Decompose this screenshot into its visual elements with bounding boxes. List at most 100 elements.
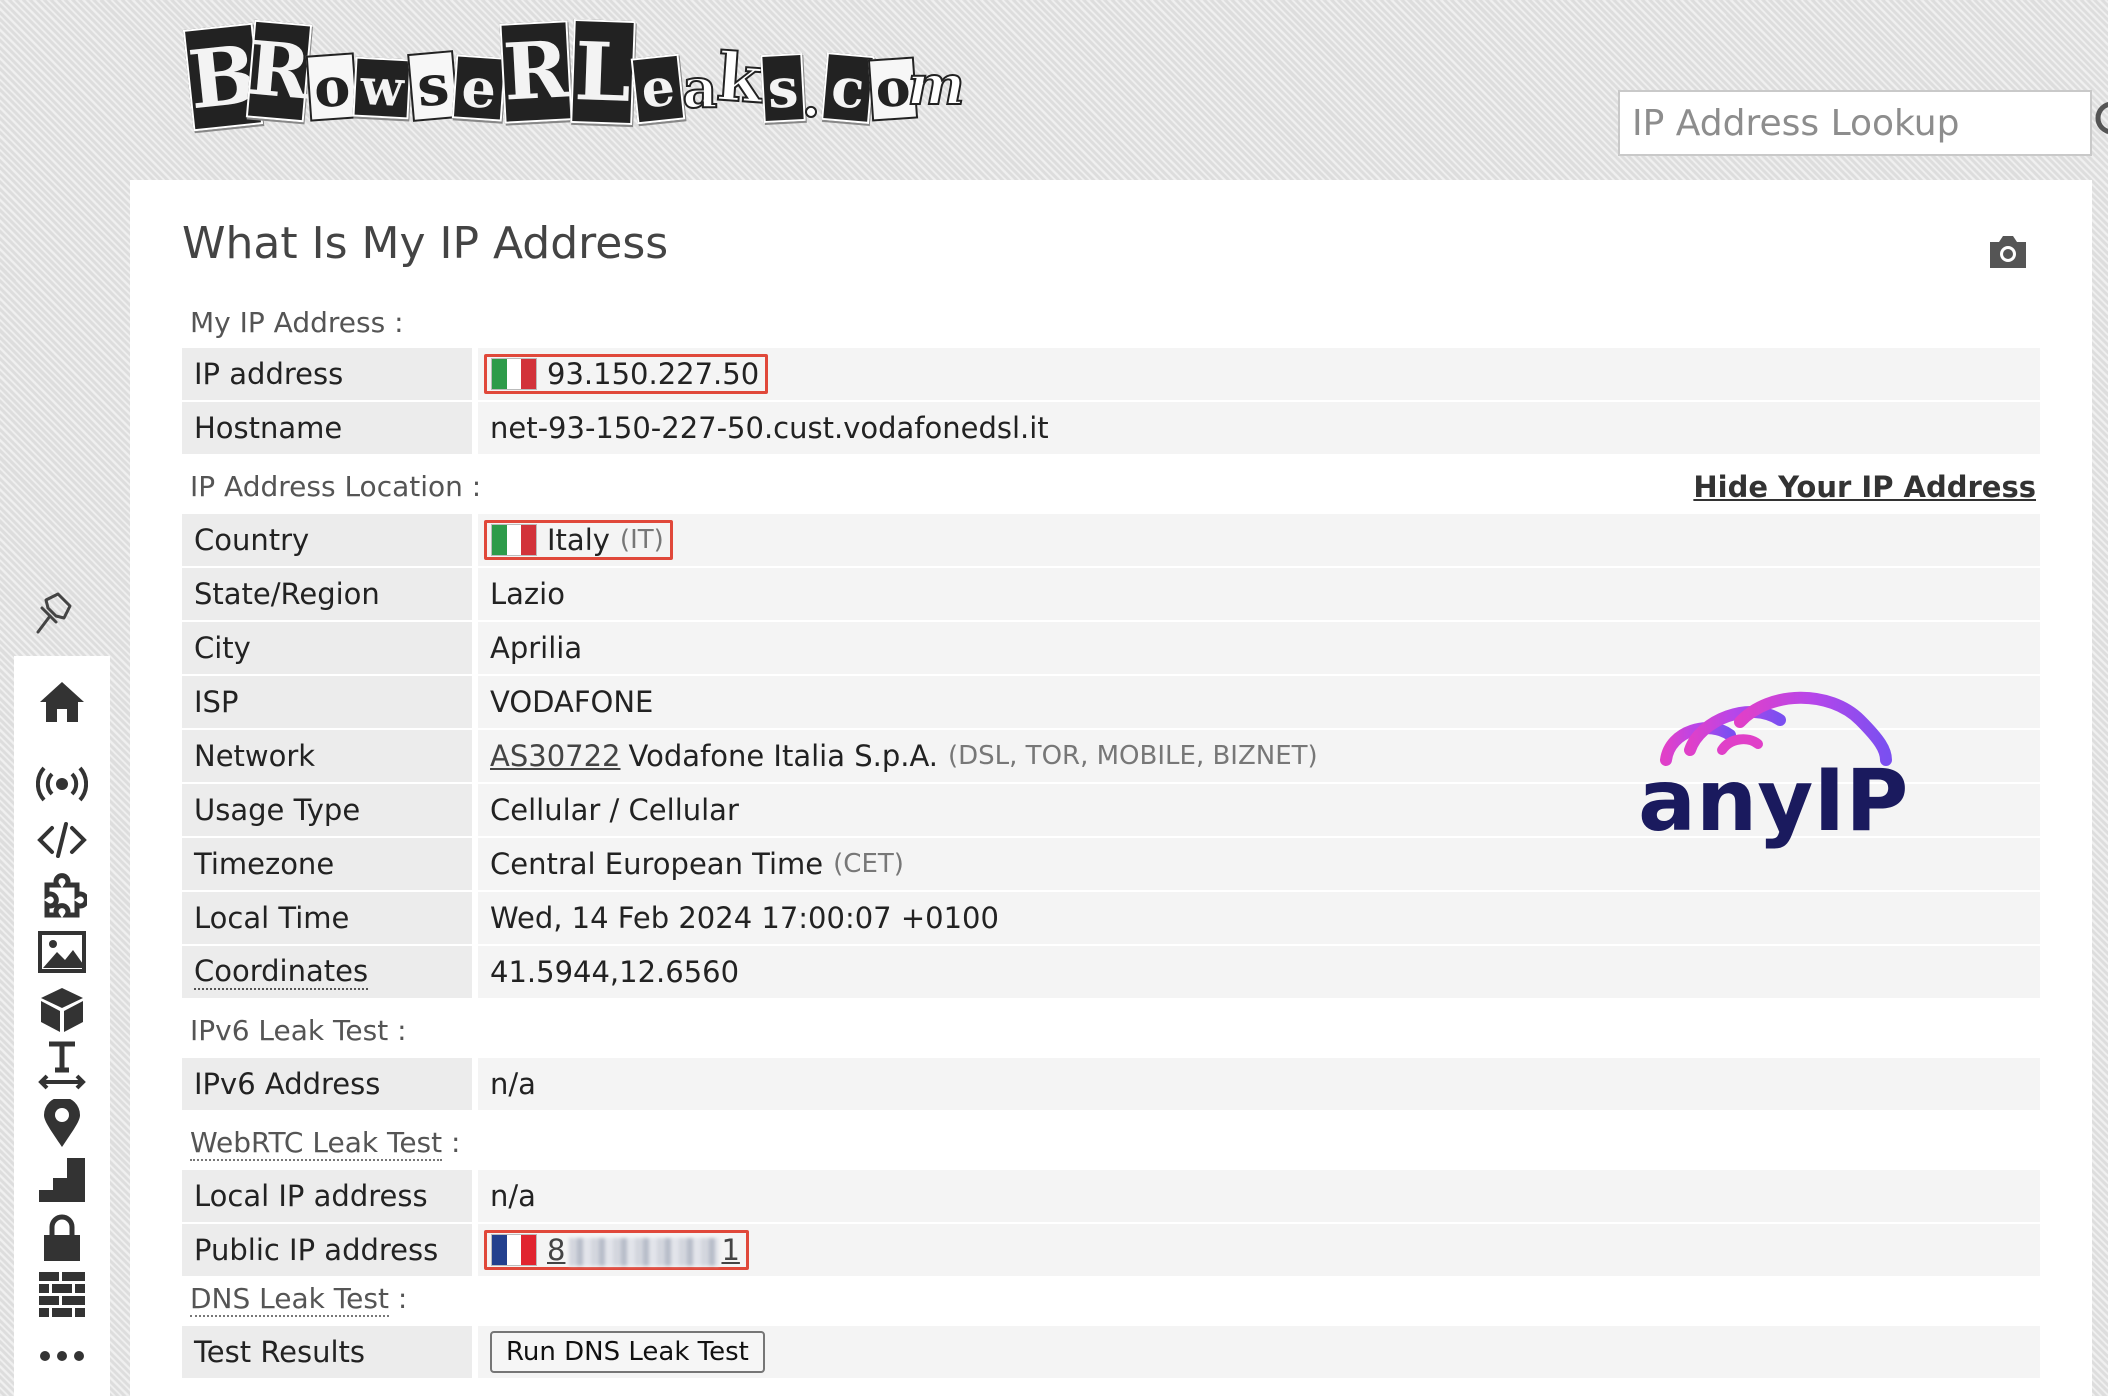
search-button[interactable] <box>2092 92 2108 154</box>
row-country: Country Italy (IT) <box>182 514 2040 566</box>
row-ipv6-address: IPv6 Address n/a <box>182 1058 2040 1110</box>
text-size-icon[interactable] <box>34 1040 90 1092</box>
logo-tile: e <box>451 54 507 122</box>
logo-tile: c <box>821 52 875 124</box>
image-icon[interactable] <box>34 926 90 978</box>
row-label: IPv6 Address <box>182 1058 472 1110</box>
row-label: IP address <box>182 348 472 400</box>
country-value: Italy <box>547 523 610 557</box>
highlight-box: Italy (IT) <box>484 520 673 560</box>
lock-icon[interactable] <box>34 1212 90 1264</box>
row-label: Public IP address <box>182 1224 472 1276</box>
section-webrtc: WebRTC Leak Test : <box>190 1126 461 1161</box>
logo-tile: R <box>245 19 313 123</box>
row-value: 93.150.227.50 <box>478 348 2040 400</box>
firewall-icon[interactable] <box>34 1268 90 1320</box>
redacted-blur <box>569 1238 720 1266</box>
country-code: (IT) <box>619 525 664 555</box>
run-dns-leak-test-button[interactable]: Run DNS Leak Test <box>490 1331 765 1373</box>
public-ip-end: 1 <box>721 1233 740 1267</box>
page-title: What Is My IP Address <box>182 218 669 269</box>
dns-link[interactable]: DNS Leak Test <box>190 1282 389 1317</box>
france-flag-icon <box>491 1234 537 1266</box>
row-label: State/Region <box>182 568 472 620</box>
timezone-abbr: (CET) <box>833 849 904 879</box>
state-value: Lazio <box>478 568 2040 620</box>
italy-flag-icon <box>491 524 537 556</box>
code-icon[interactable] <box>34 814 90 866</box>
local-ip-value: n/a <box>478 1170 2040 1222</box>
ipv6-value: n/a <box>478 1058 2040 1110</box>
hide-ip-link[interactable]: Hide Your IP Address <box>1693 470 2036 504</box>
stairs-icon[interactable] <box>34 1154 90 1206</box>
coordinates-label[interactable]: Coordinates <box>194 954 369 990</box>
row-label: Test Results <box>182 1326 472 1378</box>
logo-tile: R <box>499 20 573 124</box>
hostname-value: net-93-150-227-50.cust.vodafonedsl.it <box>478 402 2040 454</box>
highlight-box: 93.150.227.50 <box>484 354 769 394</box>
public-ip-value[interactable]: 81 <box>547 1233 740 1267</box>
puzzle-icon[interactable] <box>34 870 90 922</box>
row-label: Hostname <box>182 402 472 454</box>
section-my-ip: My IP Address : <box>190 306 404 339</box>
site-logo[interactable]: B R o w s e R L e a k s . c o m <box>180 14 966 144</box>
sidebar <box>14 656 110 1396</box>
section-location: IP Address Location : <box>190 470 482 503</box>
row-label: Network <box>182 730 472 782</box>
webrtc-link[interactable]: WebRTC Leak Test <box>190 1126 443 1161</box>
row-coordinates: Coordinates 41.5944,12.6560 <box>182 946 2040 998</box>
timezone-value: Central European Time <box>490 847 824 881</box>
pin-icon[interactable] <box>28 586 78 636</box>
cube-icon[interactable] <box>34 984 90 1036</box>
colon: : <box>442 1126 461 1159</box>
row-value: 81 <box>478 1224 2040 1276</box>
home-icon[interactable] <box>34 676 90 728</box>
row-dns-results: Test Results Run DNS Leak Test <box>182 1326 2040 1378</box>
row-label: Timezone <box>182 838 472 890</box>
local-time-value: Wed, 14 Feb 2024 17:00:07 +0100 <box>478 892 2040 944</box>
italy-flag-icon <box>491 358 537 390</box>
logo-tile: . <box>801 65 822 129</box>
row-label: Usage Type <box>182 784 472 836</box>
row-label: Local IP address <box>182 1170 472 1222</box>
anyip-text: anyIP <box>1638 751 1908 851</box>
row-value: Run DNS Leak Test <box>478 1326 2040 1378</box>
location-pin-icon[interactable] <box>34 1098 90 1150</box>
row-label: ISP <box>182 676 472 728</box>
logo-tile: w <box>352 56 412 120</box>
section-ipv6: IPv6 Leak Test : <box>190 1014 407 1047</box>
search-icon <box>2095 101 2108 135</box>
logo-tile: s <box>760 52 806 124</box>
more-icon[interactable] <box>34 1330 90 1382</box>
row-label: Coordinates <box>182 946 472 998</box>
row-local-time: Local Time Wed, 14 Feb 2024 17:00:07 +01… <box>182 892 2040 944</box>
row-city: City Aprilia <box>182 622 2040 674</box>
public-ip-start: 8 <box>547 1233 566 1267</box>
network-value: Vodafone Italia S.p.A. <box>628 739 939 773</box>
asn-link[interactable]: AS30722 <box>490 739 621 773</box>
logo-tile: e <box>630 53 686 125</box>
logo-tile: L <box>570 18 636 126</box>
ip-lookup-search <box>1618 90 2108 156</box>
ip-address-value[interactable]: 93.150.227.50 <box>547 357 759 391</box>
row-label: Country <box>182 514 472 566</box>
camera-icon[interactable] <box>1986 232 2030 272</box>
ip-lookup-input[interactable] <box>1620 92 2092 154</box>
anyip-watermark: anyIP <box>1630 680 1930 870</box>
section-dns: DNS Leak Test : <box>190 1282 408 1317</box>
row-public-ip: Public IP address 81 <box>182 1224 2040 1276</box>
highlight-box: 81 <box>484 1230 749 1270</box>
row-local-ip: Local IP address n/a <box>182 1170 2040 1222</box>
coordinates-value: 41.5944,12.6560 <box>478 946 2040 998</box>
logo-tile: o <box>305 52 359 122</box>
row-ip-address: IP address 93.150.227.50 <box>182 348 2040 400</box>
broadcast-icon[interactable] <box>34 758 90 810</box>
colon: : <box>388 1282 408 1315</box>
logo-tile: k <box>713 37 766 120</box>
logo-tile: s <box>407 50 459 122</box>
row-hostname: Hostname net-93-150-227-50.cust.vodafone… <box>182 402 2040 454</box>
main-panel: What Is My IP Address My IP Address : IP… <box>130 180 2092 1396</box>
network-tags: (DSL, TOR, MOBILE, BIZNET) <box>948 741 1318 771</box>
logo-tile: m <box>906 53 965 117</box>
city-value: Aprilia <box>478 622 2040 674</box>
